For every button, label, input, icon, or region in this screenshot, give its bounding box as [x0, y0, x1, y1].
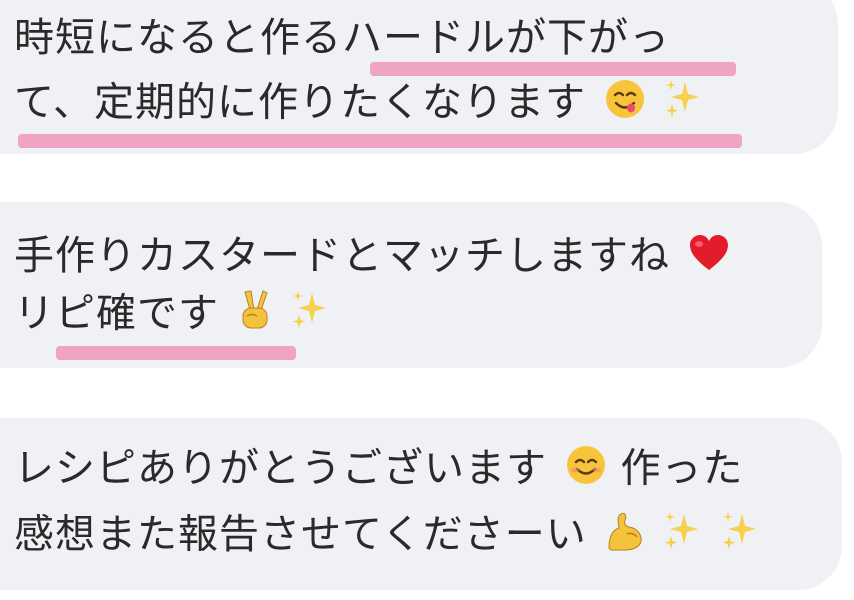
- message-3-line-1: レシピありがとうございます 作った: [14, 444, 743, 497]
- smiling-face-icon: [565, 444, 607, 497]
- message-1-line-2: て、定期的に作りたくなります: [14, 78, 703, 131]
- flexed-biceps-icon: [605, 510, 645, 563]
- message-1-line-1: 時短になると作るハードルが下がっ: [14, 15, 670, 61]
- message-bubble-3[interactable]: レシピありがとうございます 作った 感想また報告させてくださーい: [0, 418, 842, 590]
- victory-hand-icon: [237, 288, 273, 343]
- message-bubble-2[interactable]: 手作りカスタードとマッチしますね リピ確です: [0, 202, 822, 368]
- message-2-line-2-text: リピ確です: [14, 290, 219, 337]
- highlight-stroke: [18, 134, 742, 148]
- highlight-stroke: [370, 62, 736, 76]
- sparkles-icon: [662, 510, 702, 563]
- message-3-line-2-text: 感想また報告させてくださーい: [14, 511, 587, 558]
- message-1-line-2-text: て、定期的に作りたくなります: [14, 79, 586, 126]
- yum-face-icon: [604, 78, 646, 131]
- sparkles-icon: [720, 510, 760, 563]
- highlight-stroke: [56, 346, 296, 360]
- sparkles-icon: [290, 289, 330, 342]
- message-2-line-1: 手作りカスタードとマッチしますね: [14, 232, 730, 284]
- sparkles-icon: [663, 78, 703, 131]
- message-2-line-1-text: 手作りカスタードとマッチしますね: [14, 233, 670, 279]
- message-3-line-1-text: レシピありがとうございます: [14, 445, 547, 492]
- message-bubble-1[interactable]: 時短になると作るハードルが下がっ て、定期的に作りたくなります: [0, 0, 838, 154]
- message-2-line-2: リピ確です: [14, 288, 330, 343]
- message-3-line-2: 感想また報告させてくださーい: [14, 510, 760, 563]
- chat-thread: 時短になると作るハードルが下がっ て、定期的に作りたくなります 手作りカスタード…: [0, 0, 854, 600]
- red-heart-icon: [688, 233, 730, 284]
- message-3-line-1-tail: 作った: [620, 445, 744, 492]
